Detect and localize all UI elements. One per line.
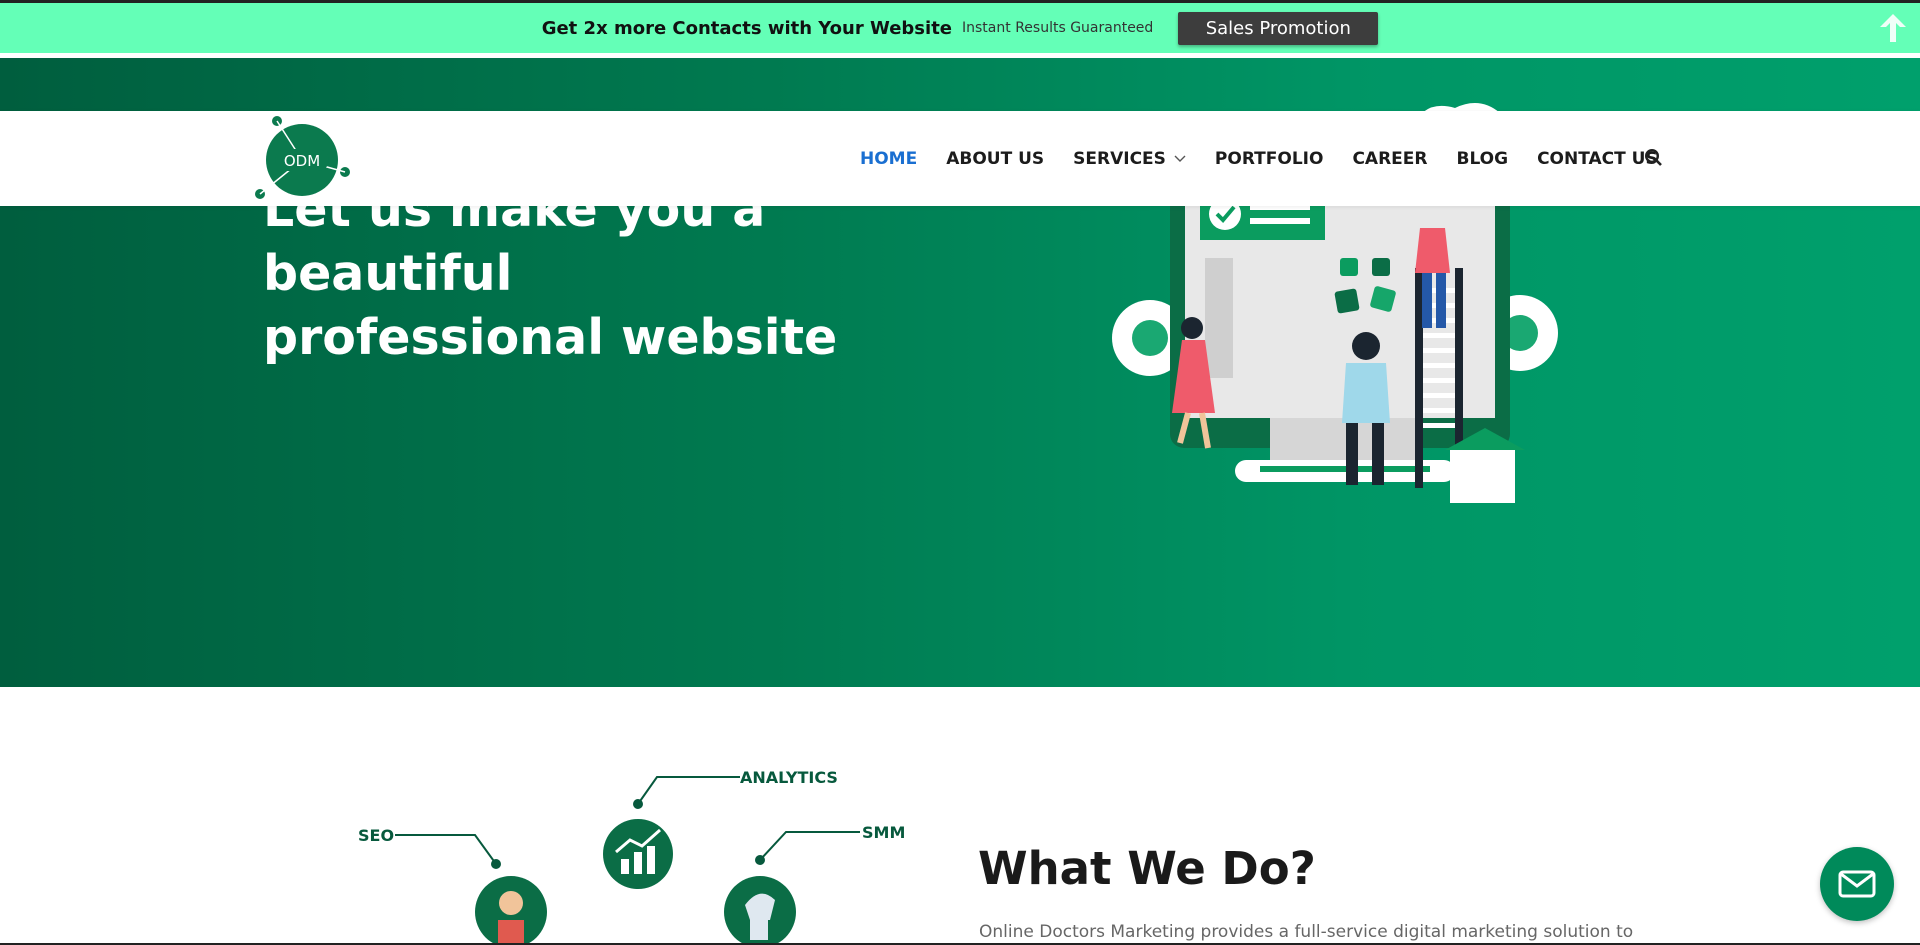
hero-title: Let us make you a beautiful professional…: [263, 178, 1023, 370]
chevron-down-icon[interactable]: [1174, 155, 1186, 163]
mail-button[interactable]: [1820, 847, 1894, 921]
site-header: ODM HOME ABOUT US SERVICES PORTFOLIO CAR…: [0, 111, 1920, 206]
nav-career[interactable]: CAREER: [1352, 149, 1427, 169]
nav-blog-label[interactable]: BLOG: [1456, 149, 1508, 169]
nav-home-label[interactable]: HOME: [860, 149, 917, 169]
nav-services-label[interactable]: SERVICES: [1073, 149, 1166, 169]
hero-title-line-2: professional website: [263, 309, 838, 366]
promo-headline: Get 2x more Contacts with Your Website: [541, 17, 953, 39]
services-diagram: SEO ANALYTICS SMM: [350, 760, 910, 945]
what-we-do-title: What We Do?: [978, 842, 1316, 895]
search-icon[interactable]: [1644, 148, 1663, 167]
nav-about-us-label[interactable]: ABOUT US: [946, 149, 1044, 169]
smm-label: SMM: [862, 823, 906, 842]
analytics-label: ANALYTICS: [740, 768, 838, 787]
nav-blog[interactable]: BLOG: [1456, 149, 1508, 169]
nav-contact-us[interactable]: CONTACT US: [1537, 149, 1658, 169]
nav-portfolio[interactable]: PORTFOLIO: [1215, 149, 1324, 169]
mail-icon[interactable]: [1838, 870, 1876, 898]
nav-about-us[interactable]: ABOUT US: [946, 149, 1044, 169]
what-we-do-text: Online Doctors Marketing provides a full…: [979, 922, 1634, 942]
nav-services[interactable]: SERVICES: [1073, 149, 1186, 169]
arrow-up-icon[interactable]: [1876, 11, 1910, 45]
promo-subtext: Instant Results Guaranteed: [962, 20, 1154, 36]
nav-portfolio-label[interactable]: PORTFOLIO: [1215, 149, 1324, 169]
main-nav: HOME ABOUT US SERVICES PORTFOLIO CAREER …: [860, 111, 1687, 206]
odm-logo[interactable]: ODM: [255, 114, 350, 202]
nav-career-label[interactable]: CAREER: [1352, 149, 1427, 169]
services-diagram-graphic: [395, 776, 860, 945]
nav-home[interactable]: HOME: [860, 149, 917, 169]
logo-text: ODM: [284, 152, 320, 170]
sales-promotion-button[interactable]: Sales Promotion: [1178, 11, 1379, 45]
promo-bar: Get 2x more Contacts with Your Website I…: [0, 3, 1920, 53]
seo-label: SEO: [358, 826, 395, 845]
nav-contact-us-label[interactable]: CONTACT US: [1537, 149, 1658, 169]
